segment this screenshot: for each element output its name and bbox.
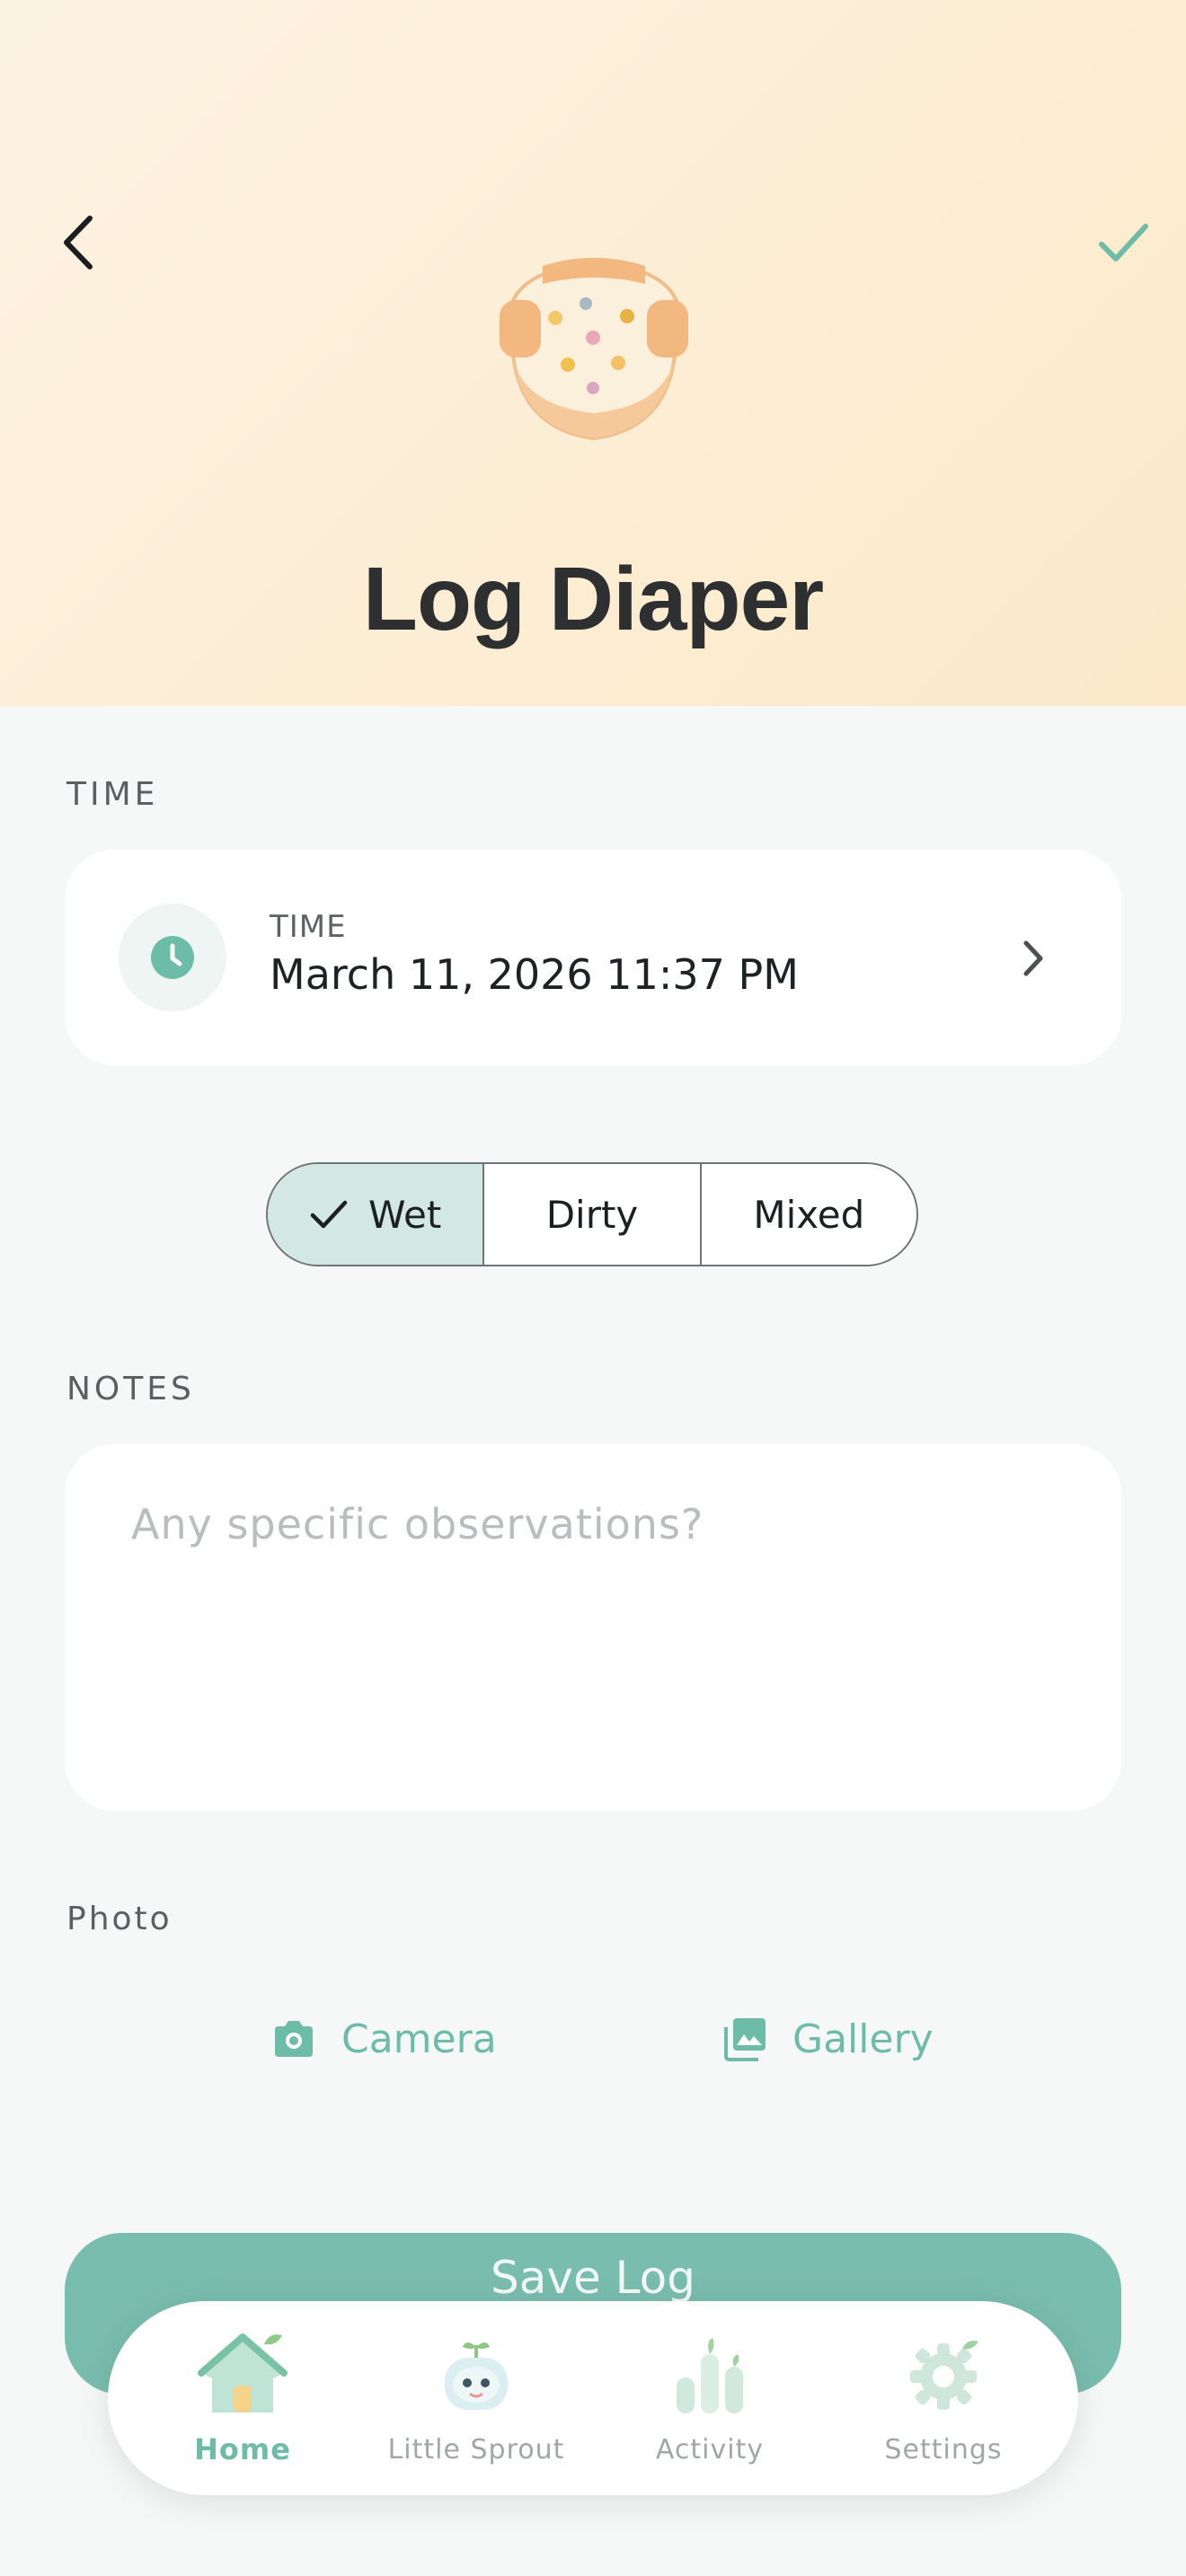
tab-activity[interactable]: Activity	[602, 2332, 818, 2466]
tab-little-sprout-label: Little Sprout	[387, 2433, 565, 2466]
check-icon	[1099, 224, 1148, 261]
activity-bars-icon	[665, 2332, 755, 2422]
bottom-tab-bar: Home Little Sprout Activity Settings	[108, 2301, 1078, 2495]
camera-icon	[275, 2021, 313, 2057]
tab-activity-label: Activity	[655, 2433, 765, 2466]
gallery-button[interactable]: Gallery	[722, 2008, 934, 2069]
time-picker-row[interactable]: TIME March 11, 2026 11:37 PM	[65, 850, 1121, 1065]
time-section-label: TIME	[66, 776, 159, 813]
notes-input[interactable]: Any specific observations?	[65, 1444, 1121, 1811]
notes-section-label: NOTES	[66, 1371, 195, 1407]
chevron-right-icon	[1023, 940, 1043, 976]
tab-settings[interactable]: Settings	[836, 2332, 1051, 2466]
gallery-label: Gallery	[792, 2016, 934, 2062]
home-icon	[198, 2330, 288, 2420]
sprout-robot-icon	[431, 2332, 521, 2422]
notes-placeholder: Any specific observations?	[131, 1500, 704, 1548]
chevron-left-icon	[64, 216, 93, 269]
header-hero: Log Diaper	[0, 0, 1186, 706]
camera-label: Camera	[341, 2016, 497, 2062]
clock-icon	[151, 936, 194, 979]
diaper-type-selector: Wet Dirty Mixed	[266, 1162, 918, 1266]
segment-dirty[interactable]: Dirty	[484, 1164, 702, 1265]
tab-home[interactable]: Home	[135, 2330, 350, 2466]
segment-dirty-label: Dirty	[545, 1192, 639, 1237]
time-value: March 11, 2026 11:37 PM	[270, 950, 799, 999]
settings-gear-icon	[898, 2332, 988, 2422]
confirm-button[interactable]	[1089, 212, 1157, 273]
tab-home-label: Home	[194, 2432, 291, 2466]
camera-button[interactable]: Camera	[271, 2008, 497, 2069]
back-button[interactable]	[50, 207, 104, 278]
tab-settings-label: Settings	[884, 2433, 1003, 2466]
gallery-icon	[724, 2018, 766, 2061]
photo-section-label: Photo	[66, 1901, 173, 1937]
segment-mixed-label: Mixed	[753, 1192, 865, 1237]
diaper-illustration	[500, 258, 688, 441]
segment-mixed[interactable]: Mixed	[701, 1164, 916, 1265]
clock-icon-badge	[119, 904, 226, 1011]
segment-wet[interactable]: Wet	[268, 1164, 485, 1265]
page-title: Log Diaper	[362, 549, 824, 649]
tab-little-sprout[interactable]: Little Sprout	[368, 2332, 584, 2466]
check-icon	[309, 1199, 349, 1230]
segment-wet-label: Wet	[367, 1192, 442, 1237]
time-caption: TIME	[270, 909, 347, 945]
